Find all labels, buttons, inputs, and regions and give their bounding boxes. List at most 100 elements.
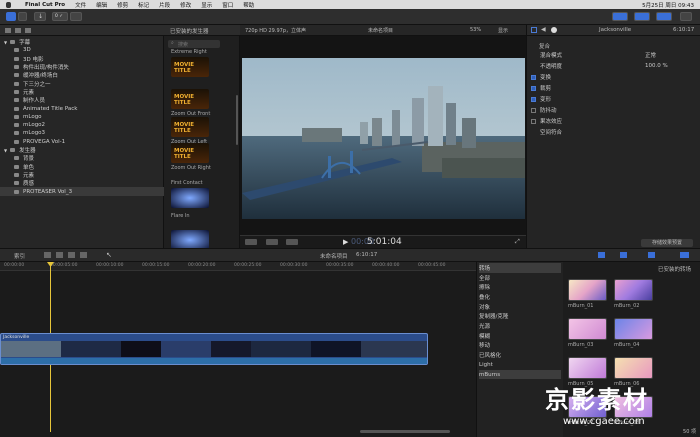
background-tasks-button[interactable] (70, 12, 82, 21)
inspector-row[interactable]: 混合模式 正常 (531, 51, 697, 59)
library-item[interactable]: PROVEGA Vol-1 (0, 138, 164, 146)
library-item[interactable]: mLogo (0, 113, 164, 121)
search-input[interactable]: 搜索 (178, 41, 188, 48)
disclosure-icon[interactable]: ▼ (4, 40, 7, 45)
disclosure-icon[interactable]: ▼ (4, 148, 7, 153)
library-item[interactable]: mLogo2 (0, 121, 164, 129)
clip-thumbnail[interactable]: MOVIE TITLE (171, 143, 209, 163)
transition-category[interactable]: mBurns (479, 369, 561, 380)
transition-category[interactable]: 对象 (479, 302, 561, 312)
library-item[interactable]: 构件出现/构件消失 (0, 63, 164, 71)
transition-category[interactable]: 转场 (479, 263, 561, 273)
menu-item-0[interactable]: 文件 (75, 1, 86, 9)
transition-category[interactable]: 已风格化 (479, 350, 561, 360)
checkbox[interactable] (531, 74, 536, 80)
transition-thumbnail[interactable] (614, 279, 653, 301)
effects-tool-button[interactable] (266, 239, 278, 245)
inspector-value[interactable]: 正常 (645, 51, 656, 59)
library-item[interactable]: 单色 (0, 163, 164, 171)
inspector-row[interactable]: 果冻效应 (531, 117, 697, 125)
video-inspector-icon[interactable] (531, 27, 537, 33)
inspector-value[interactable]: 100.0 % (645, 63, 668, 69)
checkbox[interactable] (531, 85, 536, 91)
transition-thumbnail[interactable] (568, 318, 607, 340)
menu-item-3[interactable]: 标记 (138, 1, 149, 9)
transition-category[interactable]: 模糊 (479, 331, 561, 341)
inspector-row[interactable]: 变换 (531, 73, 697, 81)
audio-inspector-icon[interactable]: ◀ (541, 26, 546, 33)
speed-tool-button[interactable] (286, 239, 298, 245)
import-button[interactable]: ↓ (34, 12, 46, 21)
share-button[interactable] (680, 12, 692, 21)
inspector-row[interactable]: 空间符合 (531, 128, 697, 136)
transition-category[interactable]: 擦除 (479, 282, 561, 292)
library-icon[interactable] (5, 28, 11, 33)
library-item[interactable]: 背景 (0, 154, 164, 162)
menu-item-1[interactable]: 编辑 (96, 1, 107, 9)
audio-skimming-icon[interactable] (620, 252, 627, 258)
library-item[interactable]: 下三分之一 (0, 80, 164, 88)
inspector-row[interactable]: 防抖动 (531, 106, 697, 114)
menu-item-4[interactable]: 片段 (159, 1, 170, 9)
skimming-icon[interactable] (598, 252, 605, 258)
library-item[interactable]: PROTEASER Vol_3 (0, 187, 164, 196)
library-item[interactable]: 质感 (0, 179, 164, 187)
timeline-clip[interactable]: Jacksonville (0, 333, 428, 365)
clip-thumbnail[interactable]: MOVIE TITLE (171, 57, 209, 77)
transition-category[interactable]: 移动 (479, 341, 561, 351)
checkbox[interactable] (531, 96, 536, 102)
library-item[interactable]: 元素 (0, 171, 164, 179)
info-inspector-icon[interactable] (551, 27, 557, 33)
transition-category[interactable]: 光源 (479, 321, 561, 331)
fullscreen-icon[interactable]: ⤢ (515, 238, 520, 246)
menu-item-8[interactable]: 帮助 (243, 1, 254, 9)
library-item[interactable]: 制作人员 (0, 96, 164, 104)
overwrite-clip-icon[interactable] (80, 252, 87, 258)
transition-category[interactable]: 全部 (479, 273, 561, 283)
photos-icon[interactable] (15, 28, 21, 33)
save-preset-button[interactable]: 存储效果预置 (641, 239, 693, 247)
timeline-scrollbar[interactable] (360, 430, 450, 433)
library-item[interactable]: Animated Title Pack (0, 104, 164, 112)
layout-button-1[interactable] (612, 12, 628, 21)
inspector-row[interactable]: 不透明度 100.0 % (531, 62, 697, 70)
clip-thumbnail[interactable]: MOVIE TITLE (171, 117, 209, 137)
solo-icon[interactable] (648, 252, 655, 258)
clip-thumbnail[interactable]: MOVIE TITLE (171, 89, 209, 109)
effects-browser-icon[interactable] (680, 252, 689, 258)
transform-tool-button[interactable] (245, 239, 257, 245)
checkbox[interactable] (531, 107, 536, 113)
library-item[interactable]: 缓冲器/终场白 (0, 71, 164, 79)
library-item[interactable]: ▼ 发生器 (0, 146, 164, 155)
index-button[interactable]: 索引 (14, 252, 25, 260)
insert-clip-icon[interactable] (56, 252, 63, 258)
transition-category[interactable]: Light (479, 360, 561, 370)
connect-clip-icon[interactable] (68, 252, 75, 258)
menu-item-7[interactable]: 窗口 (222, 1, 233, 9)
inspector-row[interactable]: 裁剪 (531, 84, 697, 92)
library-item[interactable]: 元素 (0, 88, 164, 96)
zoom-menu[interactable]: 53% (470, 27, 481, 33)
apple-menu[interactable] (6, 1, 11, 8)
viewer-video[interactable] (242, 58, 525, 219)
music-icon[interactable] (25, 28, 31, 33)
browser-search[interactable]: ⌕ 搜索 (168, 40, 220, 48)
transition-thumbnail[interactable] (614, 318, 653, 340)
menu-item-6[interactable]: 显示 (201, 1, 212, 9)
library-toggle-button[interactable] (6, 12, 16, 21)
clip-thumbnail[interactable] (171, 230, 209, 250)
checkbox[interactable] (531, 118, 536, 124)
select-tool-icon[interactable]: ↖ (106, 251, 112, 259)
menu-item-2[interactable]: 修剪 (117, 1, 128, 9)
timeline-ruler[interactable]: 00:00:00 00:00:05:00 00:00:10:00 00:00:15:0… (0, 262, 476, 271)
layout-button-2[interactable] (634, 12, 650, 21)
transition-category[interactable]: 叠化 (479, 292, 561, 302)
layout-button-3[interactable] (656, 12, 672, 21)
transition-thumbnail[interactable] (614, 357, 653, 379)
play-icon[interactable]: ▶ (343, 238, 348, 246)
clip-thumbnail[interactable] (171, 188, 209, 208)
keyword-button[interactable]: 0 ✓ (52, 12, 68, 21)
view-menu[interactable]: 显示 (498, 27, 508, 34)
media-browser-button[interactable] (18, 12, 27, 21)
library-item[interactable]: mLogo3 (0, 129, 164, 137)
